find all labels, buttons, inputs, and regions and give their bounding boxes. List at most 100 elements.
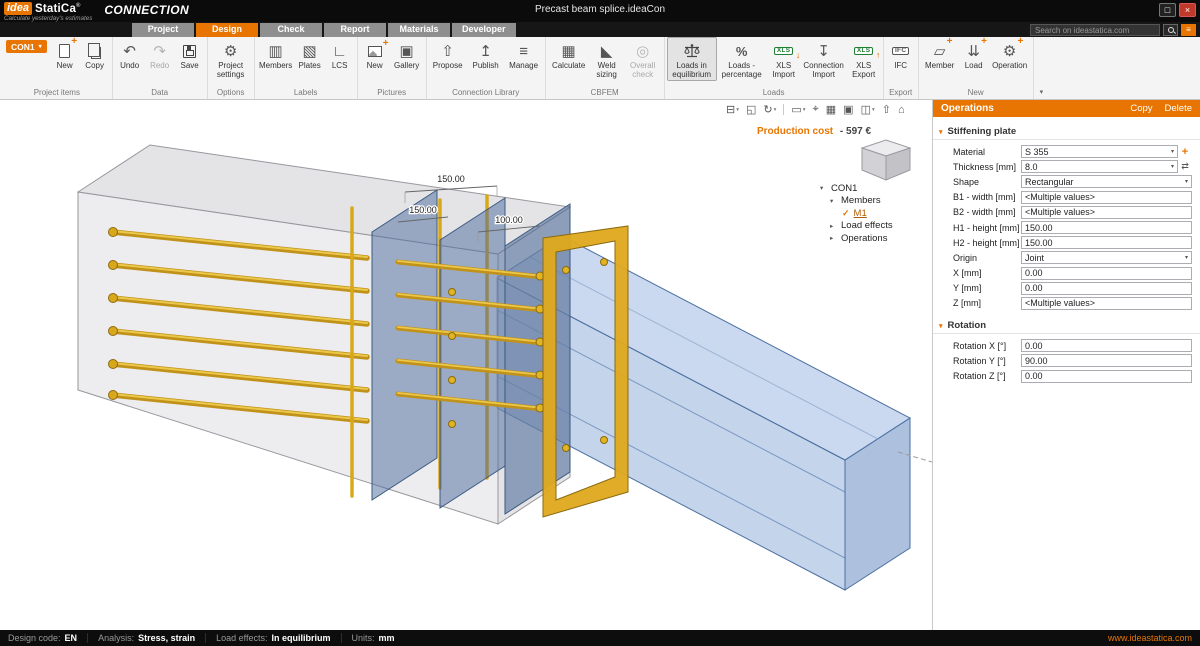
save-button[interactable]: Save [175, 37, 205, 81]
loads-percentage-button[interactable]: % Loads - percentage [717, 37, 767, 81]
b1-width-input[interactable]: <Multiple values> [1021, 191, 1192, 204]
swap-thickness-button[interactable]: ⇄ [1178, 161, 1192, 172]
collapsed-icon[interactable]: ▸ [830, 222, 837, 230]
close-button[interactable]: × [1179, 3, 1196, 17]
tree-node-con1[interactable]: ▾ CON1 [820, 182, 893, 195]
new-picture-button[interactable]: + New [360, 37, 390, 81]
row-x: X [mm] 0.00 [933, 266, 1200, 281]
chevron-down-icon: ▾ [939, 322, 943, 330]
thickness-select[interactable]: 8.0▾ [1021, 160, 1178, 173]
weld-sizing-button[interactable]: ◣ Weld sizing [590, 37, 624, 81]
overall-check-icon: ◎ [636, 41, 649, 61]
tab-developer[interactable]: Developer [452, 23, 516, 37]
website-link[interactable]: www.ideastatica.com [1108, 633, 1192, 643]
labels-members-button[interactable]: ▥ Members [257, 37, 295, 81]
brand-tagline: Calculate yesterday's estimates [4, 15, 92, 22]
connection-selector[interactable]: CON1 ▾ [6, 40, 47, 53]
connection-import-icon: ↧ [817, 41, 830, 61]
x-input[interactable]: 0.00 [1021, 267, 1192, 280]
xls-import-button[interactable]: XLS↓ XLS Import [767, 37, 801, 81]
section-view-icon[interactable]: ⊟▾ [726, 103, 739, 116]
expand-icon[interactable]: ▾ [830, 197, 837, 205]
toolbar-separator [783, 104, 784, 115]
undo-button[interactable]: ↶ Undo [115, 37, 145, 81]
rotation-x-input[interactable]: 0.00 [1021, 339, 1192, 352]
fit-view-icon[interactable]: ◱ [746, 103, 756, 116]
load-icon: ⇊ [967, 44, 980, 59]
select-mode-icon[interactable]: ▭▾ [791, 103, 805, 116]
y-input[interactable]: 0.00 [1021, 282, 1192, 295]
ribbon-collapse-button[interactable]: ▾ [1040, 88, 1044, 96]
scene-canvas[interactable]: 150.00 150.00 100.00 [0, 100, 932, 630]
maximize-button[interactable]: □ [1159, 3, 1176, 17]
copy-project-item-button[interactable]: Copy [80, 37, 110, 81]
tab-design[interactable]: Design [196, 23, 258, 37]
mesh-view-icon[interactable]: ▦ [826, 103, 836, 116]
row-rotation-z: Rotation Z [°] 0.00 [933, 368, 1200, 383]
propose-button[interactable]: ⇧ Propose [429, 37, 467, 81]
b2-width-input[interactable]: <Multiple values> [1021, 206, 1192, 219]
new-project-item-button[interactable]: + New [50, 37, 80, 81]
collapsed-icon[interactable]: ▸ [830, 234, 837, 242]
viewport-3d[interactable]: 150.00 150.00 100.00 ⊟▾ ◱ ↻▾ ▭▾ ⌖ ▦ ▣ ◫▾… [0, 100, 932, 630]
new-operation-button[interactable]: ⚙+ Operation [989, 37, 1031, 81]
labels-plates-button[interactable]: ▧ Plates [295, 37, 325, 81]
search-input[interactable] [1030, 24, 1160, 36]
chevron-down-icon: ▾ [1168, 148, 1174, 155]
tab-project[interactable]: Project [132, 23, 194, 37]
origin-select[interactable]: Joint▾ [1021, 251, 1192, 264]
gallery-view-icon[interactable]: ▣ [843, 103, 853, 116]
main-area: 150.00 150.00 100.00 ⊟▾ ◱ ↻▾ ▭▾ ⌖ ▦ ▣ ◫▾… [0, 100, 1200, 630]
ifc-export-button[interactable]: IFC IFC [886, 37, 916, 81]
ifc-icon: IFC [892, 47, 909, 56]
home-view-icon[interactable]: ⌂ [898, 104, 905, 116]
help-menu-button[interactable]: ≡ [1181, 24, 1196, 36]
splice-plates[interactable] [372, 190, 570, 514]
navigation-cube[interactable] [856, 134, 916, 189]
ribbon-group-labels: ▥ Members ▧ Plates ∟ LCS Labels [255, 37, 358, 99]
section-header[interactable]: ▾ Stiffening plate [933, 122, 1200, 140]
rotation-y-input[interactable]: 90.00 [1021, 354, 1192, 367]
section-header[interactable]: ▾ Rotation [933, 316, 1200, 334]
new-load-button[interactable]: ⇊+ Load [959, 37, 989, 81]
publish-button[interactable]: ↥ Publish [467, 37, 505, 81]
tab-materials[interactable]: Materials [388, 23, 450, 37]
calculate-button[interactable]: ▦ Calculate [548, 37, 590, 81]
new-member-button[interactable]: ▱+ Member [921, 37, 959, 81]
share-view-icon[interactable]: ⇧ [882, 103, 891, 116]
connection-import-button[interactable]: ↧ Connection Import [801, 37, 847, 81]
member-icon: ▱ [934, 44, 946, 59]
gallery-button[interactable]: ▣ Gallery [390, 37, 424, 81]
rotate-view-icon[interactable]: ↻▾ [763, 103, 776, 116]
rotation-z-input[interactable]: 0.00 [1021, 370, 1192, 383]
h2-height-input[interactable]: 150.00 [1021, 236, 1192, 249]
xls-export-button[interactable]: XLS↑ XLS Export [847, 37, 881, 81]
expand-icon[interactable]: ▾ [820, 184, 827, 192]
chevron-down-icon: ▾ [1182, 178, 1188, 185]
display-settings-icon[interactable]: ◫▾ [861, 103, 875, 116]
material-select[interactable]: S 355▾ [1021, 145, 1178, 158]
menu-icon: ≡ [1186, 26, 1191, 34]
redo-button[interactable]: ↷ Redo [145, 37, 175, 81]
tab-report[interactable]: Report [324, 23, 386, 37]
tree-node-load-effects[interactable]: ▸ Load effects [820, 220, 893, 233]
loads-in-equilibrium-button[interactable]: Loads in equilibrium [667, 37, 717, 81]
panel-delete-button[interactable]: Delete [1165, 103, 1192, 114]
panel-copy-button[interactable]: Copy [1130, 103, 1152, 114]
z-input[interactable]: <Multiple values> [1021, 297, 1192, 310]
row-thickness: Thickness [mm] 8.0▾ ⇄ [933, 159, 1200, 174]
tab-check[interactable]: Check [260, 23, 322, 37]
tree-node-operations[interactable]: ▸ Operations [820, 232, 893, 245]
overall-check-button[interactable]: ◎ Overall check [624, 37, 662, 81]
project-settings-button[interactable]: ⚙ Project settings [210, 37, 252, 81]
shape-select[interactable]: Rectangular▾ [1021, 175, 1192, 188]
measure-icon[interactable]: ⌖ [813, 103, 819, 116]
labels-lcs-button[interactable]: ∟ LCS [325, 37, 355, 81]
copy-icon [91, 47, 101, 59]
add-material-button[interactable]: + [1178, 146, 1192, 158]
search-button[interactable] [1163, 24, 1178, 36]
tree-node-m1[interactable]: ✓ M1 [820, 207, 893, 220]
h1-height-input[interactable]: 150.00 [1021, 221, 1192, 234]
tree-node-members[interactable]: ▾ Members [820, 195, 893, 208]
manage-button[interactable]: ≡ Manage [505, 37, 543, 81]
